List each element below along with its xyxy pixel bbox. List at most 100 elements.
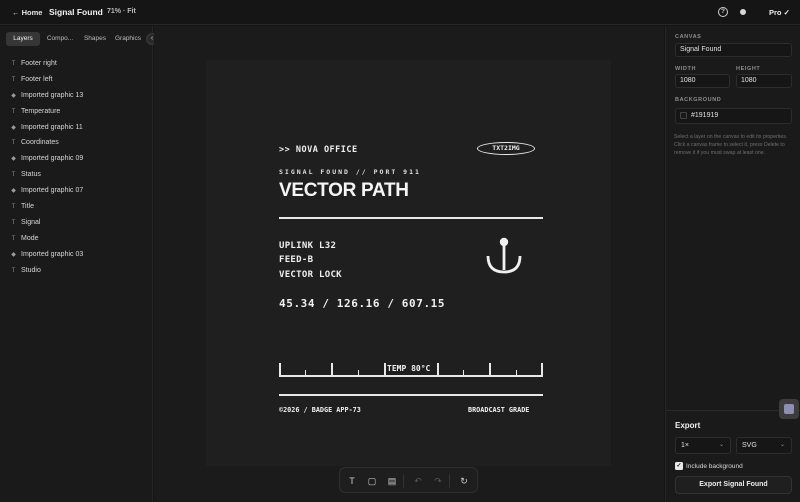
include-background-label: Include background — [686, 463, 743, 470]
divider-line[interactable] — [279, 394, 543, 396]
canvas-area[interactable]: >> NOVA OFFICE TXT2IMG SIGNAL FOUND // P… — [154, 26, 664, 502]
tab-shapes[interactable]: Shapes — [80, 32, 110, 46]
text-icon: T — [11, 140, 16, 147]
ruler-tick — [305, 370, 306, 376]
layer-name: Studio — [21, 266, 41, 274]
layout-tool-icon[interactable]: ▤ — [386, 475, 398, 487]
canvas-label: CANVAS — [675, 34, 702, 40]
ruler-tick — [279, 363, 281, 376]
ruler-baseline[interactable] — [279, 375, 543, 377]
top-bar: ← Home Signal Found 71% · Fit ? Pro ✓ — [0, 0, 800, 25]
color-swatch[interactable] — [680, 112, 687, 119]
help-text: Select a layer on the canvas to edit its… — [674, 134, 788, 156]
title-text[interactable]: VECTOR PATH — [279, 180, 409, 202]
toolbar-separator — [449, 474, 450, 488]
layer-item[interactable]: T Temperature — [0, 104, 153, 120]
artboard[interactable]: >> NOVA OFFICE TXT2IMG SIGNAL FOUND // P… — [206, 60, 611, 466]
graphic-icon: ◆ — [11, 188, 16, 195]
ruler-tick — [437, 363, 439, 376]
width-input[interactable]: 1080 — [675, 74, 730, 88]
layer-item[interactable]: ◆ Imported graphic 03 — [0, 247, 153, 263]
signal-text[interactable]: SIGNAL FOUND // PORT 911 — [279, 168, 421, 176]
theme-toggle-icon[interactable] — [740, 9, 746, 15]
export-format-select[interactable]: SVG ⌄ — [736, 437, 792, 454]
tab-layers[interactable]: Layers — [6, 32, 40, 46]
layer-item[interactable]: T Footer right — [0, 56, 153, 72]
status-line[interactable]: UPLINK L32 — [279, 241, 336, 251]
coordinates-text[interactable]: 45.34 / 126.16 / 607.15 — [279, 297, 445, 310]
rectangle-tool-icon[interactable]: ▢ — [366, 475, 378, 487]
layer-item[interactable]: T Title — [0, 199, 153, 215]
layer-item[interactable]: T Footer left — [0, 72, 153, 88]
tab-graphics[interactable]: Graphics — [111, 32, 145, 46]
graphic-icon: ◆ — [11, 251, 16, 258]
layer-name: Title — [21, 203, 34, 211]
layer-name: Signal — [21, 218, 41, 226]
layer-name: Coordinates — [21, 139, 59, 147]
layer-name: Footer right — [21, 60, 57, 67]
include-background-checkbox[interactable]: ✓ — [675, 462, 683, 470]
ruler-tick — [541, 363, 543, 376]
layer-name: Imported graphic 07 — [21, 187, 84, 195]
office-text[interactable]: >> NOVA OFFICE — [279, 145, 358, 155]
layer-item[interactable]: ◆ Imported graphic 07 — [0, 183, 153, 199]
graphic-icon: ◆ — [11, 156, 16, 163]
export-button[interactable]: Export Signal Found — [675, 476, 792, 494]
layer-name: Temperature — [21, 107, 61, 115]
temperature-text[interactable]: TEMP 80°C — [386, 364, 432, 373]
status-line[interactable]: VECTOR LOCK — [279, 270, 342, 280]
layer-item[interactable]: T Status — [0, 167, 153, 183]
layer-item[interactable]: T Mode — [0, 231, 153, 247]
text-icon: T — [11, 219, 16, 226]
layer-name: Imported graphic 09 — [21, 155, 84, 163]
ruler-tick — [489, 363, 491, 376]
layer-name: Imported graphic 13 — [21, 91, 84, 99]
footer-left-text[interactable]: ©2026 / BADGE APP-73 — [279, 406, 361, 414]
toolbar-separator — [403, 474, 404, 488]
home-button[interactable]: ← Home — [12, 8, 42, 17]
layer-item[interactable]: ◆ Imported graphic 11 — [0, 120, 153, 136]
layer-item[interactable]: T Signal — [0, 215, 153, 231]
background-color-input[interactable]: #191919 — [675, 108, 792, 124]
badge-text[interactable]: TXT2IMG — [477, 142, 535, 155]
text-icon: T — [11, 267, 16, 274]
export-title: Export — [675, 421, 701, 430]
divider-line[interactable] — [279, 217, 543, 219]
height-input[interactable]: 1080 — [736, 74, 792, 88]
layer-item[interactable]: ◆ Imported graphic 13 — [0, 88, 153, 104]
zoom-control[interactable]: 71% · Fit — [107, 8, 136, 15]
reset-icon[interactable]: ↻ — [458, 475, 470, 487]
ruler-tick — [463, 370, 464, 376]
export-format-value: SVG — [742, 442, 757, 449]
canvas-name-input[interactable]: Signal Found — [675, 43, 792, 57]
text-tool-icon[interactable]: T — [346, 475, 358, 487]
redo-icon[interactable]: ↷ — [432, 475, 444, 487]
document-title: Signal Found — [49, 7, 103, 17]
text-icon: T — [11, 61, 16, 67]
text-icon: T — [11, 108, 16, 115]
width-label: WIDTH — [675, 66, 697, 72]
text-icon: T — [11, 172, 16, 179]
chevron-down-icon: ⌄ — [718, 442, 724, 448]
export-scale-select[interactable]: 1× ⌄ — [675, 437, 731, 454]
tab-components[interactable]: Compo... — [41, 32, 79, 46]
help-icon[interactable]: ? — [718, 7, 728, 17]
assistant-widget-icon[interactable] — [779, 399, 799, 419]
graphic-icon: ◆ — [11, 124, 16, 131]
layer-name: Footer left — [21, 75, 53, 83]
layer-name: Status — [21, 171, 41, 179]
export-scale-value: 1× — [681, 442, 689, 449]
anchor-icon[interactable] — [483, 236, 525, 276]
layer-item[interactable]: T Studio — [0, 263, 153, 279]
undo-icon[interactable]: ↶ — [412, 475, 424, 487]
text-icon: T — [11, 76, 16, 83]
ruler-tick — [331, 363, 333, 376]
ruler-tick — [516, 370, 517, 376]
layer-item[interactable]: T Coordinates — [0, 135, 153, 151]
plan-badge[interactable]: Pro ✓ — [769, 8, 790, 17]
layer-item[interactable]: ◆ Imported graphic 09 — [0, 151, 153, 167]
panel-tabs: Layers Compo... Shapes Graphics — [6, 32, 144, 46]
status-line[interactable]: FEED-B — [279, 255, 313, 265]
footer-right-text[interactable]: BROADCAST GRADE — [468, 406, 529, 414]
background-color-value: #191919 — [691, 112, 719, 119]
